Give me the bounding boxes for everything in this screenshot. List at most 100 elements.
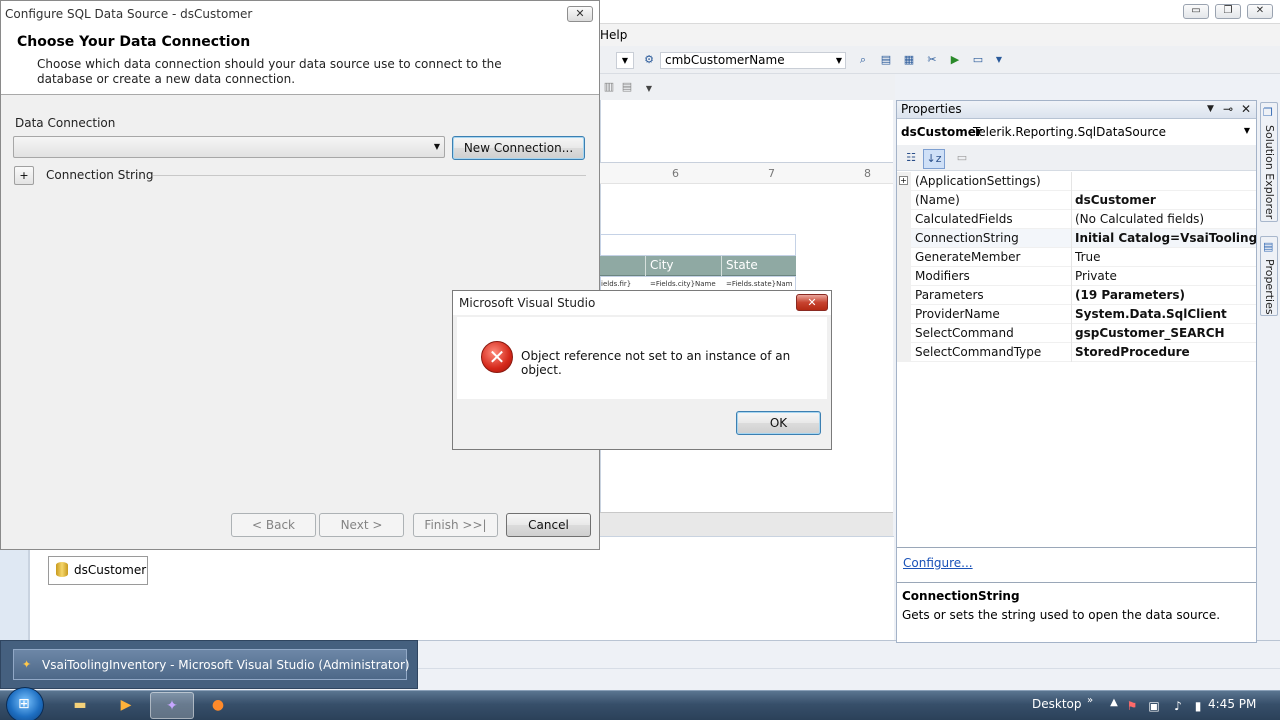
new-connection-button[interactable]: New Connection... (452, 136, 585, 160)
close-icon[interactable]: ✕ (1241, 102, 1251, 116)
finish-button[interactable]: Finish >>| (413, 513, 498, 537)
property-name: SelectCommandType (915, 345, 1042, 359)
commands-pane: Configure... (897, 547, 1256, 581)
property-row[interactable]: + (ApplicationSettings) (897, 172, 1256, 191)
property-value[interactable]: StoredProcedure (1075, 345, 1256, 359)
property-value[interactable]: gspCustomer_SEARCH (1075, 326, 1256, 340)
property-pages-icon[interactable]: ▭ (951, 149, 973, 169)
pane-menu-icon[interactable]: ▼ (1207, 104, 1214, 114)
desktop-toolbar-label[interactable]: Desktop (1032, 697, 1082, 711)
find-icon[interactable]: ⌕ (854, 51, 872, 69)
property-value[interactable]: System.Data.SqlClient (1075, 307, 1256, 321)
property-value[interactable]: Initial Catalog=VsaiToolingInventory (1075, 231, 1256, 245)
tray-item-dscustomer[interactable]: dsCustomer (48, 556, 148, 585)
property-row[interactable]: SelectCommandType StoredProcedure (897, 343, 1256, 362)
property-value[interactable]: (19 Parameters) (1075, 288, 1256, 302)
column-header-state[interactable]: State (726, 258, 758, 272)
chevron-down-icon[interactable]: ▼ (434, 142, 440, 151)
ruler-tick: 7 (768, 167, 775, 180)
data-connection-dropdown[interactable]: ▼ (13, 136, 445, 158)
property-row[interactable]: Parameters (19 Parameters) (897, 286, 1256, 305)
restore-button[interactable]: ❐ (1215, 4, 1241, 19)
toolbox-icon[interactable]: ▦ (900, 51, 918, 69)
property-row[interactable]: GenerateMember True (897, 248, 1256, 267)
description-text: Gets or sets the string used to open the… (902, 608, 1221, 622)
report-band[interactable] (600, 234, 796, 256)
expand-icon[interactable]: + (899, 176, 908, 185)
tab-solution-explorer[interactable]: ❐ Solution Explorer (1260, 102, 1278, 222)
close-icon[interactable]: ✕ (796, 294, 828, 311)
column-header-city[interactable]: City (650, 258, 674, 272)
vs-menu-bar: Help (600, 24, 1280, 46)
connection-string-label: Connection String (46, 168, 154, 182)
message-box-body: ✕ Object reference not set to an instanc… (457, 317, 827, 399)
ok-button[interactable]: OK (736, 411, 821, 435)
property-row[interactable]: ProviderName System.Data.SqlClient (897, 305, 1256, 324)
expand-toolbar-icon[interactable]: » (1082, 693, 1098, 709)
report-table-header[interactable]: City State (600, 256, 796, 276)
action-center-icon[interactable]: ⚑ (1124, 698, 1140, 714)
power-icon[interactable]: ▮ (1190, 698, 1206, 714)
expand-connection-string-button[interactable]: + (14, 166, 34, 185)
dropdown-arrow-icon[interactable]: ▼ (990, 51, 1008, 69)
property-name: GenerateMember (915, 250, 1021, 264)
object-selector[interactable]: dsCustomer Telerik.Reporting.SqlDataSour… (897, 122, 1256, 142)
message-box-title: Microsoft Visual Studio (459, 296, 596, 310)
alphabetical-icon[interactable]: ↓z (923, 149, 945, 169)
network-icon[interactable]: ▣ (1146, 698, 1162, 714)
object-type: Telerik.Reporting.SqlDataSource (973, 125, 1167, 139)
property-row-selected[interactable]: ConnectionString Initial Catalog=VsaiToo… (897, 229, 1256, 248)
window-icon[interactable]: ▭ (969, 51, 987, 69)
vs-toolbar: ▼ ⚙ cmbCustomerName ▼ ⌕ ▤ ▦ ✂ ▶ ▭ ▼ (600, 46, 1280, 74)
overflow-icon[interactable]: ▼ (640, 80, 658, 98)
close-icon[interactable]: ✕ (567, 6, 593, 22)
property-name: (Name) (915, 193, 960, 207)
cancel-button[interactable]: Cancel (506, 513, 591, 537)
explorer-icon[interactable]: ▬ (58, 692, 102, 719)
property-row[interactable]: SelectCommand gspCustomer_SEARCH (897, 324, 1256, 343)
run-icon[interactable]: ▶ (946, 51, 964, 69)
taskbar-thumbnail-preview: ✦ VsaiToolingInventory - Microsoft Visua… (0, 640, 418, 689)
close-window-button[interactable]: ✕ (1247, 4, 1273, 19)
minimize-button[interactable]: ▭ (1183, 4, 1209, 19)
properties-icon[interactable]: ▤ (877, 51, 895, 69)
align-icon[interactable]: ▥ (600, 78, 618, 96)
pin-icon[interactable]: ⊸ (1223, 102, 1233, 116)
error-icon: ✕ (481, 341, 513, 373)
property-value[interactable]: dsCustomer (1075, 193, 1256, 207)
property-value[interactable]: True (1075, 250, 1256, 264)
volume-icon[interactable]: ♪ (1170, 698, 1186, 714)
layout-icon[interactable]: ▤ (618, 78, 636, 96)
thumbnail-window-item[interactable]: ✦ VsaiToolingInventory - Microsoft Visua… (13, 649, 410, 680)
control-name-combo[interactable]: cmbCustomerName ▼ (660, 52, 846, 69)
show-hidden-icons[interactable]: ▲ (1106, 695, 1122, 711)
firefox-icon[interactable]: ● (196, 692, 240, 719)
component-tray (28, 536, 894, 640)
tab-properties[interactable]: ▤ Properties (1260, 236, 1278, 316)
menu-help[interactable]: Help (600, 28, 627, 42)
properties-title-bar: Properties ▼ ⊸ ✕ (897, 101, 1256, 119)
property-row[interactable]: Modifiers Private (897, 267, 1256, 286)
categorized-icon[interactable]: ☷ (900, 149, 922, 169)
property-value[interactable]: Private (1075, 269, 1256, 283)
control-icon[interactable]: ⚙ (640, 51, 658, 69)
back-button[interactable]: < Back (231, 513, 316, 537)
configure-link[interactable]: Configure... (903, 556, 973, 570)
next-button[interactable]: Next > (319, 513, 404, 537)
properties-pane: Properties ▼ ⊸ ✕ dsCustomer Telerik.Repo… (896, 100, 1257, 643)
clock[interactable]: 4:45 PM (1208, 697, 1256, 711)
chevron-down-icon[interactable]: ▼ (836, 53, 842, 68)
start-button[interactable]: ⊞ (6, 687, 44, 720)
control-name-value: cmbCustomerName (665, 53, 785, 67)
property-name: SelectCommand (915, 326, 1014, 340)
property-row[interactable]: (Name) dsCustomer (897, 191, 1256, 210)
property-value[interactable]: (No Calculated fields) (1075, 212, 1256, 226)
tools-icon[interactable]: ✂ (923, 51, 941, 69)
visual-studio-taskbar-icon[interactable]: ✦ (150, 692, 194, 719)
chevron-down-icon[interactable]: ▼ (1244, 126, 1250, 135)
property-row[interactable]: CalculatedFields (No Calculated fields) (897, 210, 1256, 229)
property-name: ProviderName (915, 307, 1000, 321)
media-player-icon[interactable]: ▶ (104, 692, 148, 719)
toolbar-combo-arrow[interactable]: ▼ (616, 52, 634, 69)
property-name: (ApplicationSettings) (915, 174, 1041, 188)
